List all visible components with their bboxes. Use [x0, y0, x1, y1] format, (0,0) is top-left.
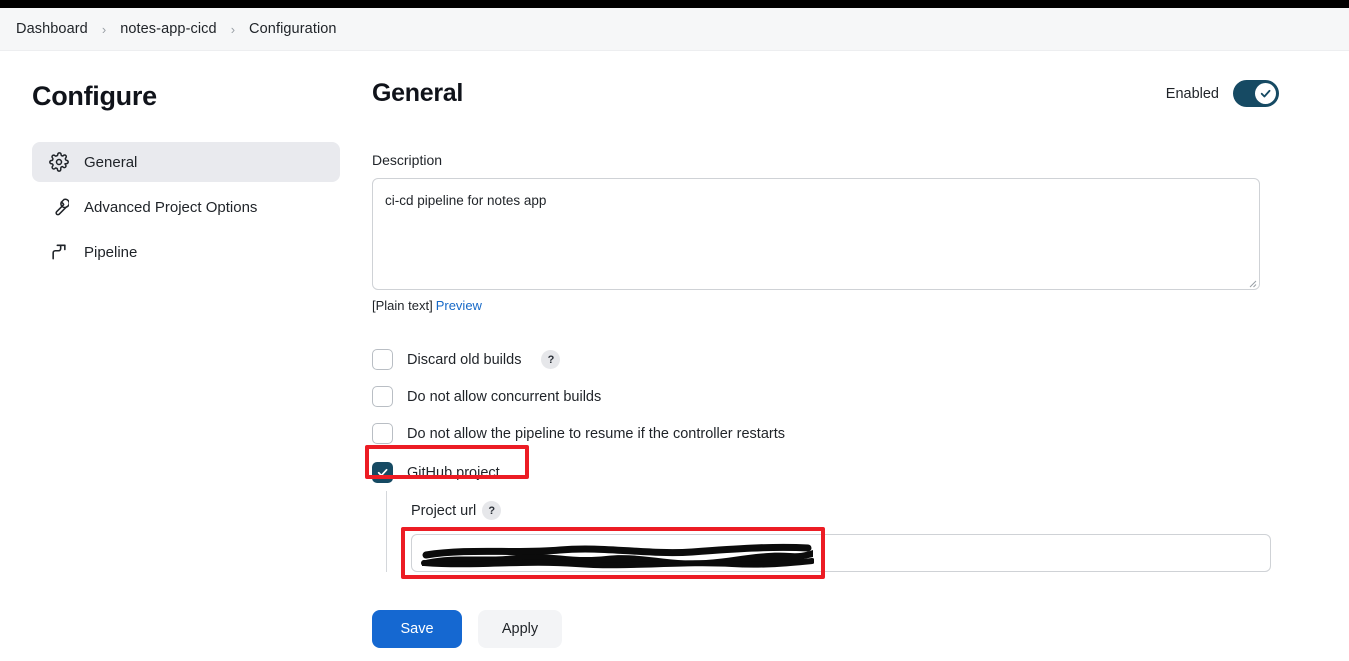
general-settings-panel: General Enabled Description ci-cd pipeli…: [360, 51, 1349, 661]
breadcrumb-separator-icon: ›: [230, 21, 236, 37]
page-body: Configure General Advanced Project Optio…: [0, 51, 1349, 661]
toggle-knob: [1255, 83, 1276, 104]
checkbox-label: Do not allow concurrent builds: [407, 388, 602, 405]
gear-icon: [48, 151, 70, 173]
project-url-label-row: Project url ?: [411, 501, 1279, 520]
breadcrumb-item-project[interactable]: notes-app-cicd: [120, 21, 217, 37]
sidebar-item-label: Pipeline: [84, 243, 138, 261]
save-button[interactable]: Save: [372, 609, 462, 648]
configure-sidebar: Configure General Advanced Project Optio…: [0, 51, 360, 661]
description-label: Description: [372, 152, 443, 168]
github-project-section: GitHub project Project url ?: [365, 445, 1279, 579]
options-checkbox-group: Discard old builds ? Do not allow concur…: [365, 341, 1279, 579]
pipeline-icon: [48, 241, 70, 263]
checkbox-row-no-concurrent-builds: Do not allow concurrent builds: [372, 378, 1279, 415]
no-resume-on-restart-checkbox[interactable]: [372, 423, 393, 444]
checkbox-label: GitHub project: [407, 464, 500, 481]
checkbox-label: Do not allow the pipeline to resume if t…: [407, 425, 785, 442]
sidebar-item-label: General: [84, 153, 138, 171]
breadcrumb-item-configuration[interactable]: Configuration: [249, 21, 337, 37]
enabled-toggle[interactable]: [1233, 80, 1279, 107]
sidebar-item-pipeline[interactable]: Pipeline: [32, 232, 340, 272]
breadcrumb-item-dashboard[interactable]: Dashboard: [16, 21, 88, 37]
checkbox-row-github-project: GitHub project: [372, 454, 1279, 491]
preview-link[interactable]: Preview: [436, 298, 482, 313]
sidebar-item-general[interactable]: General: [32, 142, 340, 182]
plain-text-note: [Plain text]: [372, 298, 433, 313]
checkbox-label: Discard old builds: [407, 351, 522, 368]
redaction-scribble: [421, 543, 814, 569]
panel-title: General: [372, 79, 464, 107]
page-title: Configure: [32, 81, 157, 111]
github-project-checkbox[interactable]: [372, 462, 393, 483]
breadcrumb-separator-icon: ›: [101, 21, 107, 37]
sidebar-item-label: Advanced Project Options: [84, 198, 258, 216]
github-project-nested-fields: Project url ?: [386, 491, 1279, 579]
breadcrumb: Dashboard › notes-app-cicd › Configurati…: [0, 8, 1349, 51]
description-input[interactable]: [372, 178, 1260, 290]
no-concurrent-builds-checkbox[interactable]: [372, 386, 393, 407]
top-black-bar: [0, 0, 1349, 8]
sidebar-item-advanced-project-options[interactable]: Advanced Project Options: [32, 187, 340, 227]
help-icon[interactable]: ?: [482, 501, 502, 520]
project-url-field-wrap: [401, 527, 1279, 579]
project-url-label: Project url: [411, 502, 477, 519]
checkbox-row-discard-old-builds: Discard old builds ?: [372, 341, 1279, 378]
description-field-wrap: [372, 178, 1260, 290]
form-action-bar: Save Apply: [360, 595, 1349, 661]
wrench-icon: [48, 196, 70, 218]
help-icon[interactable]: ?: [541, 350, 561, 369]
project-url-input[interactable]: [411, 534, 1271, 572]
panel-header: General Enabled: [372, 79, 1279, 108]
checkbox-row-no-resume-on-restart: Do not allow the pipeline to resume if t…: [372, 415, 1279, 452]
discard-old-builds-checkbox[interactable]: [372, 349, 393, 370]
enabled-control: Enabled: [1166, 80, 1279, 107]
apply-button[interactable]: Apply: [478, 609, 562, 648]
enabled-label: Enabled: [1165, 85, 1219, 102]
description-format-row: [Plain text] Preview: [372, 298, 1279, 313]
